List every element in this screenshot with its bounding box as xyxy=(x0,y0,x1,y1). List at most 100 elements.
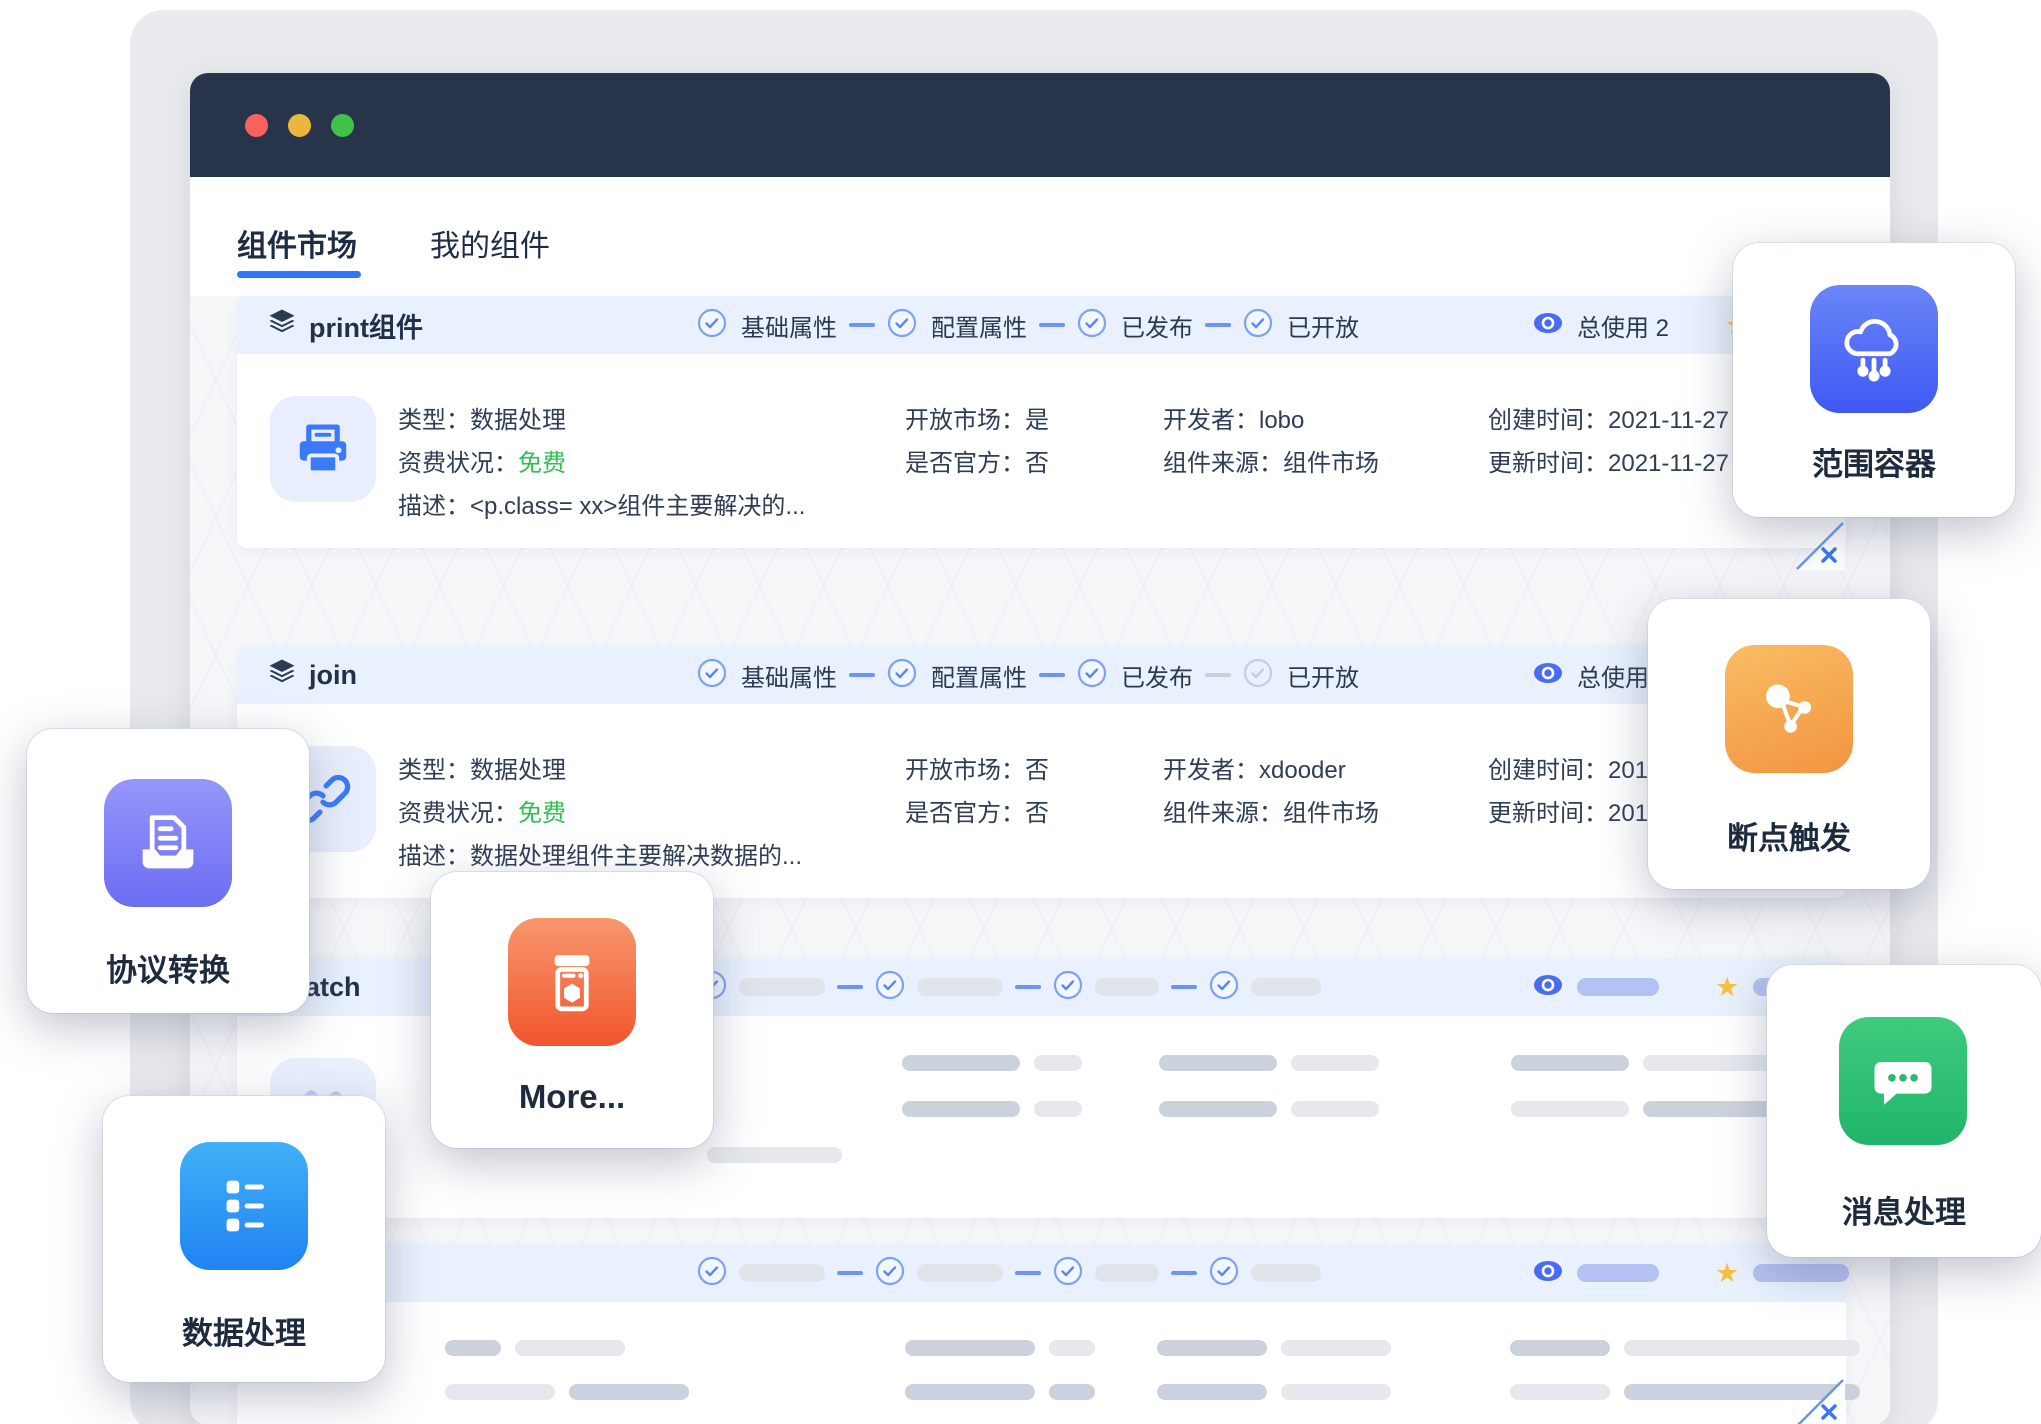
feature-card-label: 协议转换 xyxy=(27,945,309,990)
cloud-network-icon xyxy=(1810,285,1938,413)
field-label: 更新时间： xyxy=(1488,800,1608,827)
minimize-traffic-light[interactable] xyxy=(288,114,311,137)
field-value: 否 xyxy=(1025,800,1049,827)
check-circle-icon xyxy=(697,1256,727,1291)
step-label: 已发布 xyxy=(1121,308,1193,343)
skeleton-pill xyxy=(1577,978,1659,996)
check-circle-icon-pending xyxy=(1243,658,1273,693)
feature-card-data-process[interactable]: 数据处理 xyxy=(103,1096,385,1382)
status-steps: 基础属性 配置属性 已发布 已开放 xyxy=(697,296,1359,354)
skeleton-row xyxy=(445,1340,625,1356)
store-box-icon xyxy=(508,918,636,1046)
tab-my-components[interactable]: 我的组件 xyxy=(430,221,550,265)
skeleton-row xyxy=(1159,1055,1379,1071)
skeleton-pill xyxy=(739,978,825,996)
step-label: 已开放 xyxy=(1287,658,1359,693)
skeleton-pill xyxy=(917,1264,1003,1282)
check-circle-icon xyxy=(1243,308,1273,343)
step-divider xyxy=(1015,985,1041,989)
zoom-traffic-light[interactable] xyxy=(331,114,354,137)
step-label: 基础属性 xyxy=(741,658,837,693)
check-circle-icon xyxy=(1209,970,1239,1005)
card-header: join 基础属性 配置属性 已发布 已开放 xyxy=(237,646,1846,704)
component-list: print组件 基础属性 配置属性 已发布 已开放 xyxy=(190,296,1890,1424)
eye-icon xyxy=(1533,974,1563,1001)
skeleton-row xyxy=(445,1384,689,1400)
field-label: 描述： xyxy=(398,843,470,870)
app-window: 组件市场 我的组件 print组件 基础属性 xyxy=(190,73,1890,1424)
molecule-icon xyxy=(1725,645,1853,773)
field-value: 组件市场 xyxy=(1283,800,1379,827)
card-header: ★ xyxy=(237,1244,1846,1302)
feature-card-range-container[interactable]: 范围容器 xyxy=(1733,243,2015,517)
close-traffic-light[interactable] xyxy=(245,114,268,137)
star-icon: ★ xyxy=(1715,974,1739,1001)
skeleton-pill xyxy=(1251,978,1321,996)
field-label: 资费状况： xyxy=(398,450,518,477)
field-label: 类型： xyxy=(398,407,470,434)
status-steps: 基础属性 配置属性 已发布 已开放 xyxy=(697,646,1359,704)
field-label: 组件来源： xyxy=(1163,800,1283,827)
skeleton-row xyxy=(905,1384,1095,1400)
field-value: 否 xyxy=(1025,757,1049,784)
check-circle-icon xyxy=(1077,308,1107,343)
status-steps-skeleton xyxy=(697,958,1321,1016)
check-circle-icon xyxy=(887,658,917,693)
step-divider xyxy=(849,673,875,677)
skeleton-row xyxy=(707,1147,842,1163)
fee-value: 免费 xyxy=(518,450,566,477)
star-icon: ★ xyxy=(1715,1260,1739,1287)
feature-card-message-process[interactable]: 消息处理 xyxy=(1767,965,2041,1257)
skeleton-row xyxy=(1511,1055,1793,1071)
skeleton-row xyxy=(902,1055,1082,1071)
check-circle-icon xyxy=(1077,658,1107,693)
step-label: 已开放 xyxy=(1287,308,1359,343)
card-title: print组件 xyxy=(309,306,423,345)
check-circle-icon xyxy=(1053,1256,1083,1291)
data-list-icon xyxy=(180,1142,308,1270)
tab-component-market[interactable]: 组件市场 xyxy=(237,221,357,265)
step-divider xyxy=(849,323,875,327)
step-divider xyxy=(1039,673,1065,677)
step-divider xyxy=(837,1271,863,1275)
screen: 组件市场 我的组件 print组件 基础属性 xyxy=(0,0,2041,1424)
feature-card-protocol-convert[interactable]: 协议转换 xyxy=(27,729,309,1013)
component-card-print[interactable]: print组件 基础属性 配置属性 已发布 已开放 xyxy=(237,296,1846,548)
check-circle-icon xyxy=(875,970,905,1005)
inbox-document-icon xyxy=(104,779,232,907)
field-value: 是 xyxy=(1025,407,1049,434)
skeleton-pill xyxy=(1577,1264,1659,1282)
feature-card-label: 数据处理 xyxy=(103,1308,385,1353)
step-label: 基础属性 xyxy=(741,308,837,343)
component-card-skeleton-2[interactable]: ★ xyxy=(237,1244,1846,1424)
field-label: 组件来源： xyxy=(1163,450,1283,477)
feature-card-breakpoint-trigger[interactable]: 断点触发 xyxy=(1648,599,1930,889)
skeleton-pill xyxy=(1095,1264,1159,1282)
field-label: 开放市场： xyxy=(905,757,1025,784)
skeleton-row xyxy=(1157,1384,1391,1400)
layers-icon xyxy=(267,657,297,694)
window-titlebar xyxy=(190,73,1890,177)
feature-card-label: 消息处理 xyxy=(1767,1187,2041,1232)
description-value: <p.class= xx>组件主要解决的... xyxy=(470,493,805,520)
fee-value: 免费 xyxy=(518,800,566,827)
skeleton-pill xyxy=(739,1264,825,1282)
skeleton-pill xyxy=(1251,1264,1321,1282)
step-divider xyxy=(1171,1271,1197,1275)
field-value: 组件市场 xyxy=(1283,450,1379,477)
close-icon[interactable] xyxy=(1795,521,1845,571)
skeleton-pill xyxy=(1095,978,1159,996)
check-circle-icon xyxy=(697,308,727,343)
feature-card-label: More... xyxy=(431,1078,713,1116)
close-icon[interactable] xyxy=(1795,1378,1845,1424)
usage-count: 总使用 2 xyxy=(1577,308,1669,343)
field-value: 数据处理 xyxy=(470,407,566,434)
field-label: 开发者： xyxy=(1163,407,1259,434)
step-divider xyxy=(1205,323,1231,327)
step-divider xyxy=(837,985,863,989)
component-card-join[interactable]: join 基础属性 配置属性 已发布 已开放 xyxy=(237,646,1846,898)
eye-icon xyxy=(1533,662,1563,689)
feature-card-more[interactable]: More... xyxy=(431,872,713,1148)
skeleton-row xyxy=(1510,1340,1860,1356)
skeleton-row xyxy=(1159,1101,1379,1117)
